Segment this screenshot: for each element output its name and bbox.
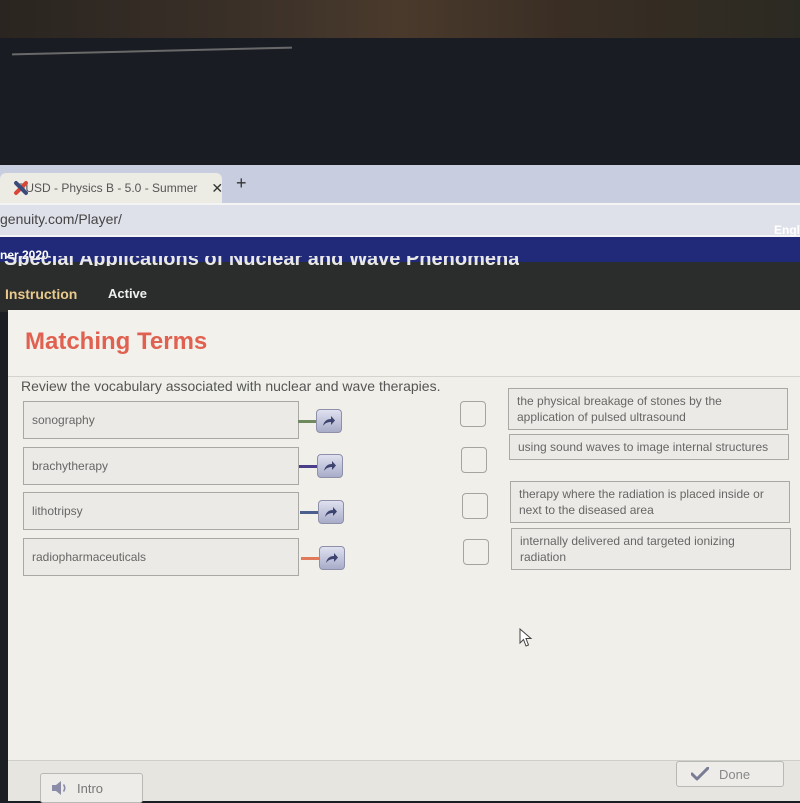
intro-button[interactable]: Intro xyxy=(40,773,143,803)
lesson-bar: Special Applications of Nuclear and Wave… xyxy=(0,256,800,312)
address-bar[interactable]: genuity.com/Player/ xyxy=(0,203,800,237)
tab-title: FUSD - Physics B - 5.0 - Summer xyxy=(18,181,198,195)
done-button[interactable]: Done xyxy=(676,761,784,787)
curved-arrow-icon xyxy=(325,507,337,517)
browser-tab[interactable]: FUSD - Physics B - 5.0 - Summer ✕ xyxy=(0,173,223,203)
new-tab-button[interactable]: + xyxy=(236,173,247,194)
connector-line xyxy=(299,465,319,468)
term-brachytherapy[interactable]: brachytherapy xyxy=(23,447,299,485)
match-target-box[interactable] xyxy=(460,401,486,427)
connector-line xyxy=(300,511,320,514)
speaker-icon xyxy=(52,781,66,795)
tab-close-icon[interactable]: ✕ xyxy=(211,180,223,197)
browser-tab-bar: FUSD - Physics B - 5.0 - Summer ✕ + xyxy=(0,165,800,203)
term-label: lithotripsy xyxy=(32,504,83,518)
curved-arrow-icon xyxy=(326,553,338,563)
connector-line xyxy=(298,420,318,423)
match-target-box[interactable] xyxy=(461,447,487,473)
curved-arrow-icon xyxy=(324,461,336,471)
match-arrow-button[interactable] xyxy=(317,454,343,478)
curved-arrow-icon xyxy=(323,416,335,426)
match-target-box[interactable] xyxy=(463,539,489,565)
checkmark-icon xyxy=(691,767,709,781)
match-arrow-button[interactable] xyxy=(319,546,345,570)
definition-item[interactable]: the physical breakage of stones by the a… xyxy=(508,388,788,430)
tab-active[interactable]: Active xyxy=(108,286,147,301)
activity-panel: Matching Terms Review the vocabulary ass… xyxy=(8,310,800,803)
screen-dark-area xyxy=(0,38,800,168)
definition-item[interactable]: using sound waves to image internal stru… xyxy=(509,434,789,460)
definition-label: the physical breakage of stones by the a… xyxy=(517,394,722,424)
definition-label: internally delivered and targeted ionizi… xyxy=(520,534,735,564)
url-text[interactable]: genuity.com/Player/ xyxy=(0,211,122,227)
match-arrow-button[interactable] xyxy=(316,409,342,433)
term-radiopharmaceuticals[interactable]: radiopharmaceuticals xyxy=(23,538,299,576)
term-lithotripsy[interactable]: lithotripsy xyxy=(23,492,299,530)
definition-item[interactable]: therapy where the radiation is placed in… xyxy=(510,481,790,523)
term-label: brachytherapy xyxy=(32,459,109,473)
connector-line xyxy=(301,557,321,560)
definition-label: therapy where the radiation is placed in… xyxy=(519,487,764,517)
activity-header: Matching Terms xyxy=(8,310,800,377)
tab-instruction[interactable]: Instruction xyxy=(5,286,77,302)
done-label: Done xyxy=(719,766,751,782)
activity-title: Matching Terms xyxy=(25,328,208,355)
activity-footer: Intro Done xyxy=(8,760,800,803)
definition-item[interactable]: internally delivered and targeted ionizi… xyxy=(511,528,791,570)
monitor-bezel-background xyxy=(0,0,800,40)
intro-label: Intro xyxy=(77,780,104,796)
lesson-title: Special Applications of Nuclear and Wave… xyxy=(4,256,519,266)
mouse-cursor-icon xyxy=(519,628,533,647)
match-target-box[interactable] xyxy=(462,493,488,519)
term-label: sonography xyxy=(32,413,95,427)
term-sonography[interactable]: sonography xyxy=(23,401,299,439)
definition-label: using sound waves to image internal stru… xyxy=(518,440,769,454)
language-selector[interactable]: Engl xyxy=(774,223,800,237)
term-label: radiopharmaceuticals xyxy=(32,550,147,564)
match-arrow-button[interactable] xyxy=(318,500,344,524)
instructions-text: Review the vocabulary associated with nu… xyxy=(21,378,441,394)
